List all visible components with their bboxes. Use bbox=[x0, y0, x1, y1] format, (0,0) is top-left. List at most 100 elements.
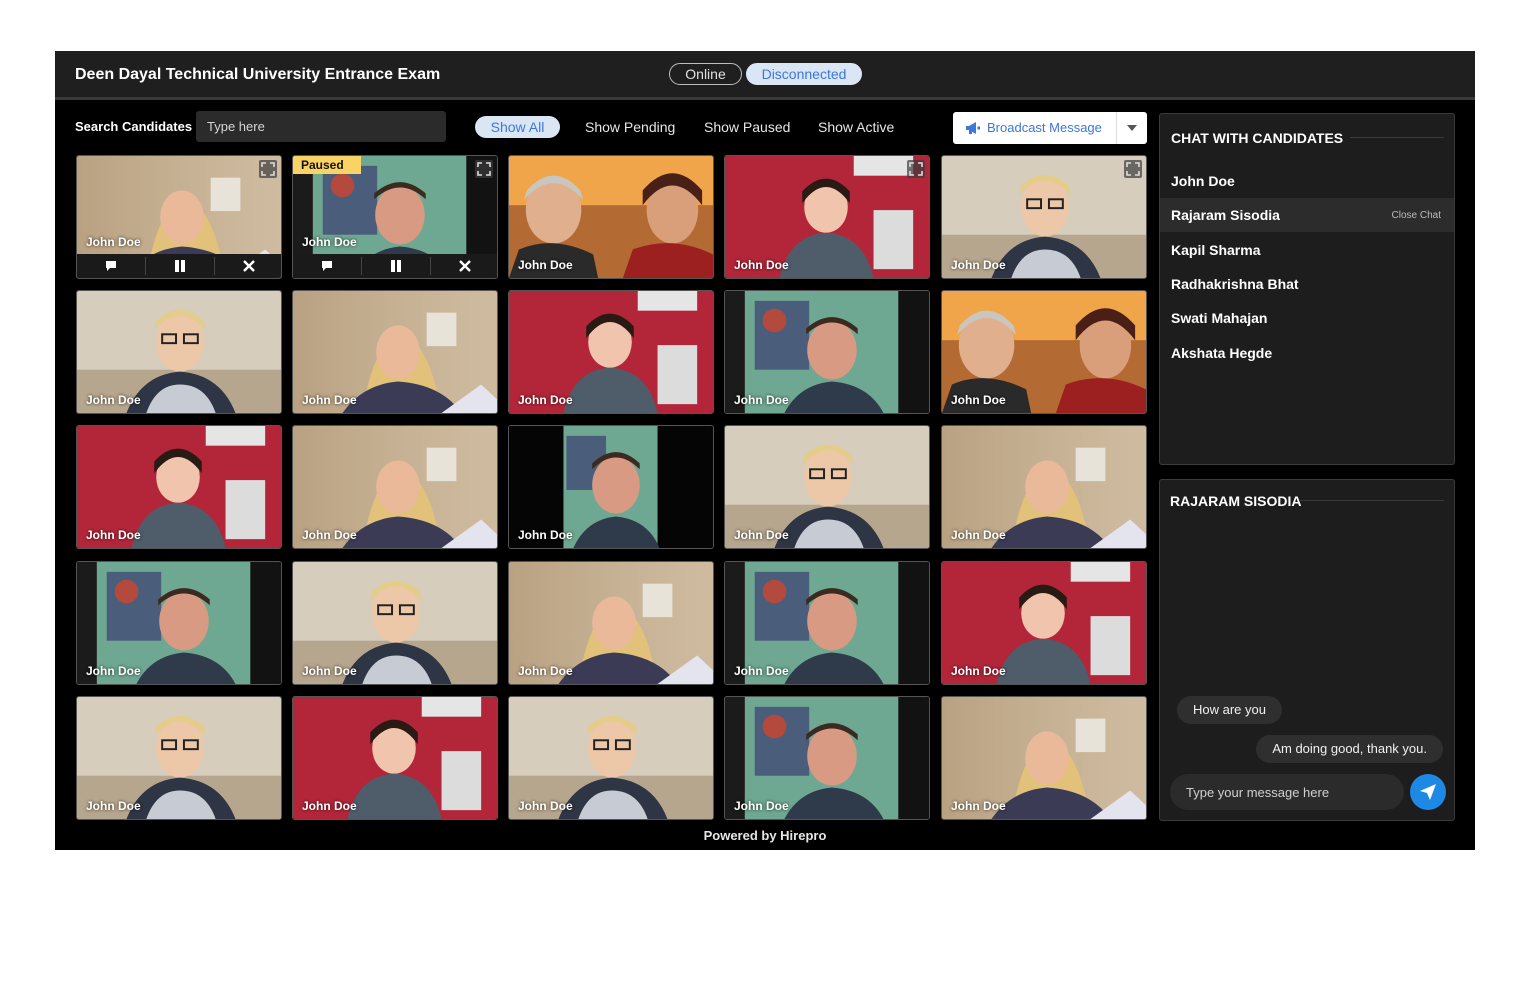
candidate-video-tile[interactable]: John Doe bbox=[76, 696, 282, 820]
candidate-video-tile[interactable]: John Doe bbox=[508, 561, 714, 685]
close-icon bbox=[243, 260, 255, 272]
chat-list-title: CHAT WITH CANDIDATES bbox=[1171, 130, 1344, 146]
candidate-video-tile[interactable]: John Doe bbox=[724, 696, 930, 820]
search-label: Search Candidates bbox=[75, 119, 193, 134]
candidate-chat-item[interactable]: Swati Mahajan bbox=[1160, 301, 1454, 335]
candidate-name: John Doe bbox=[518, 528, 573, 542]
candidate-name: John Doe bbox=[302, 528, 357, 542]
candidate-video-tile[interactable]: John Doe bbox=[724, 155, 930, 279]
candidate-video-tile[interactable]: John Doe bbox=[508, 696, 714, 820]
candidate-chat-item[interactable]: Rajaram Sisodia Close Chat bbox=[1160, 198, 1454, 233]
broadcast-control: Broadcast Message bbox=[953, 112, 1147, 144]
candidate-name: John Doe bbox=[734, 664, 789, 678]
candidate-name: John Doe bbox=[86, 799, 141, 813]
chat-icon bbox=[106, 261, 116, 271]
candidate-name: John Doe bbox=[951, 393, 1006, 407]
candidate-chat-name: Kapil Sharma bbox=[1171, 241, 1261, 258]
candidate-chat-item[interactable]: Kapil Sharma bbox=[1160, 233, 1454, 267]
close-icon bbox=[459, 260, 471, 272]
online-filter-pill[interactable]: Online bbox=[669, 63, 742, 85]
search-input[interactable] bbox=[196, 111, 446, 142]
expand-icon bbox=[261, 162, 275, 176]
candidate-name: John Doe bbox=[86, 393, 141, 407]
candidate-name: John Doe bbox=[734, 799, 789, 813]
message-received: How are you bbox=[1177, 696, 1282, 724]
candidate-name: John Doe bbox=[951, 528, 1006, 542]
candidate-name: John Doe bbox=[951, 799, 1006, 813]
candidate-name: John Doe bbox=[518, 393, 573, 407]
broadcast-dropdown-button[interactable] bbox=[1116, 112, 1148, 144]
expand-icon bbox=[477, 162, 491, 176]
page-title: Deen Dayal Technical University Entrance… bbox=[75, 66, 441, 83]
fullscreen-button[interactable] bbox=[475, 160, 493, 178]
candidate-video-tile[interactable]: John Doe bbox=[76, 425, 282, 549]
candidate-video-tile[interactable]: John Doe bbox=[941, 290, 1147, 414]
candidate-name: John Doe bbox=[518, 664, 573, 678]
candidate-video-tile[interactable]: John Doe bbox=[508, 425, 714, 549]
pause-button[interactable] bbox=[146, 254, 214, 278]
candidate-video-tile[interactable]: Paused John Doe bbox=[292, 155, 498, 279]
pause-button[interactable] bbox=[362, 254, 430, 278]
candidate-name: John Doe bbox=[734, 393, 789, 407]
megaphone-icon bbox=[966, 122, 980, 134]
candidate-video-tile[interactable]: John Doe bbox=[941, 425, 1147, 549]
candidate-name: John Doe bbox=[86, 664, 141, 678]
candidate-name: John Doe bbox=[302, 664, 357, 678]
pause-icon bbox=[391, 260, 401, 272]
candidate-video-tile[interactable]: John Doe bbox=[292, 561, 498, 685]
fullscreen-button[interactable] bbox=[907, 160, 925, 178]
chat-button[interactable] bbox=[77, 254, 145, 278]
show-all-filter[interactable]: Show All bbox=[475, 116, 560, 138]
proctoring-app: Deen Dayal Technical University Entrance… bbox=[55, 51, 1475, 850]
candidate-name: John Doe bbox=[302, 799, 357, 813]
broadcast-message-button[interactable]: Broadcast Message bbox=[953, 112, 1116, 144]
chat-button[interactable] bbox=[293, 254, 361, 278]
fullscreen-button[interactable] bbox=[259, 160, 277, 178]
candidate-name: John Doe bbox=[734, 528, 789, 542]
footer-credit: Powered by Hirepro bbox=[703, 828, 827, 843]
candidate-video-tile[interactable]: John Doe bbox=[76, 561, 282, 685]
show-active-filter[interactable]: Show Active bbox=[818, 116, 894, 138]
candidate-video-tile[interactable]: John Doe bbox=[292, 425, 498, 549]
candidate-chat-name: Akshata Hegde bbox=[1171, 344, 1273, 361]
candidate-name: John Doe bbox=[86, 528, 141, 542]
message-input[interactable] bbox=[1170, 774, 1404, 810]
candidate-name: John Doe bbox=[951, 258, 1006, 272]
candidate-chat-name: Swati Mahajan bbox=[1171, 310, 1268, 327]
show-paused-filter[interactable]: Show Paused bbox=[704, 116, 790, 138]
title-divider bbox=[1350, 137, 1444, 138]
broadcast-label: Broadcast Message bbox=[987, 120, 1102, 135]
disconnected-filter-pill[interactable]: Disconnected bbox=[746, 63, 862, 85]
show-pending-filter[interactable]: Show Pending bbox=[585, 116, 675, 138]
candidate-video-tile[interactable]: John Doe bbox=[292, 290, 498, 414]
candidate-name: John Doe bbox=[86, 235, 141, 249]
fullscreen-button[interactable] bbox=[1124, 160, 1142, 178]
candidate-video-tile[interactable]: John Doe bbox=[724, 290, 930, 414]
candidate-video-tile[interactable]: John Doe bbox=[508, 155, 714, 279]
candidate-video-tile[interactable]: John Doe bbox=[76, 290, 282, 414]
candidate-chat-item[interactable]: Radhakrishna Bhat bbox=[1160, 267, 1454, 301]
candidate-video-tile[interactable]: John Doe bbox=[941, 155, 1147, 279]
conversation-title: RAJARAM SISODIA bbox=[1170, 493, 1302, 509]
remove-button[interactable] bbox=[431, 254, 497, 278]
remove-button[interactable] bbox=[215, 254, 281, 278]
close-chat-link[interactable]: Close Chat bbox=[1392, 210, 1441, 221]
chevron-down-icon bbox=[1127, 125, 1137, 131]
header-bar: Deen Dayal Technical University Entrance… bbox=[55, 51, 1475, 100]
tile-controls bbox=[293, 254, 497, 278]
candidate-name: John Doe bbox=[518, 799, 573, 813]
candidate-chat-name: Radhakrishna Bhat bbox=[1171, 275, 1299, 292]
candidate-video-tile[interactable]: John Doe bbox=[292, 696, 498, 820]
candidate-chat-item[interactable]: John Doe bbox=[1160, 164, 1454, 198]
candidate-video-tile[interactable]: John Doe bbox=[76, 155, 282, 279]
candidate-video-tile[interactable]: John Doe bbox=[508, 290, 714, 414]
candidate-name: John Doe bbox=[734, 258, 789, 272]
send-icon bbox=[1420, 784, 1436, 800]
candidate-chat-item[interactable]: Akshata Hegde bbox=[1160, 336, 1454, 370]
candidate-video-tile[interactable]: John Doe bbox=[941, 561, 1147, 685]
candidate-video-tile[interactable]: John Doe bbox=[724, 425, 930, 549]
candidate-video-tile[interactable]: John Doe bbox=[941, 696, 1147, 820]
candidate-video-tile[interactable]: John Doe bbox=[724, 561, 930, 685]
conversation-panel: RAJARAM SISODIA How are you Am doing goo… bbox=[1159, 479, 1455, 821]
send-button[interactable] bbox=[1410, 774, 1446, 810]
